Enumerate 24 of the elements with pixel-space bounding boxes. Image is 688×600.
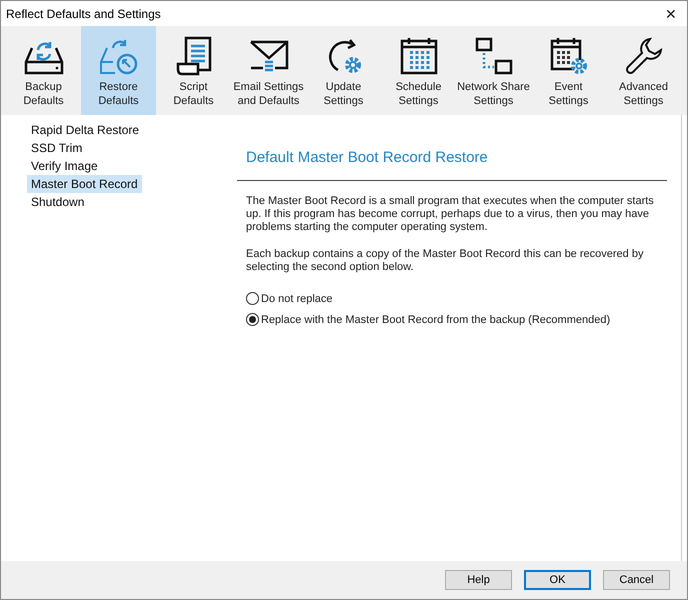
- toolbar-button[interactable]: Update Settings: [306, 26, 381, 115]
- toolbar-button[interactable]: Network Share Settings: [456, 26, 531, 115]
- sidebar-item[interactable]: Master Boot Record: [27, 175, 142, 193]
- toolbar-button[interactable]: Email Settings and Defaults: [231, 26, 306, 115]
- toolbar-button[interactable]: Schedule Settings: [381, 26, 456, 115]
- sidebar-item[interactable]: SSD Trim: [27, 139, 86, 157]
- description-text: Each backup contains a copy of the Master Boot Record this can be recovered by selecting the second option below.: [246, 248, 644, 274]
- option-label[interactable]: Do not replace: [261, 292, 333, 304]
- description-text: The Master Boot Record is a small program that executes when the computer starts up. If this program has become corrupt, perhaps due to a virus, then you may have problems starting the computer operating system.: [246, 195, 655, 234]
- toolbar-button[interactable]: Event Settings: [531, 26, 606, 115]
- toolbar-button[interactable]: Advanced Settings: [606, 26, 681, 115]
- close-button[interactable]: ✕: [661, 6, 681, 22]
- window-title: Reflect Defaults and Settings: [6, 6, 161, 20]
- dialog-button[interactable]: Cancel: [603, 570, 670, 590]
- toolbar-button[interactable]: Backup Defaults: [6, 26, 81, 115]
- dialog-button[interactable]: OK: [524, 570, 591, 590]
- toolbar-button[interactable]: Restore Defaults: [81, 26, 156, 115]
- section-heading: Default Master Boot Record Restore: [237, 149, 667, 181]
- toolbar-button[interactable]: Script Defaults: [156, 26, 231, 115]
- sidebar-item[interactable]: Rapid Delta Restore: [27, 121, 144, 139]
- sidebar-item[interactable]: Verify Image: [27, 157, 102, 175]
- dialog-button[interactable]: Help: [445, 570, 512, 590]
- sidebar-item[interactable]: Shutdown: [27, 193, 88, 211]
- option-label[interactable]: Replace with the Master Boot Record from the backup (Recommended): [261, 314, 610, 326]
